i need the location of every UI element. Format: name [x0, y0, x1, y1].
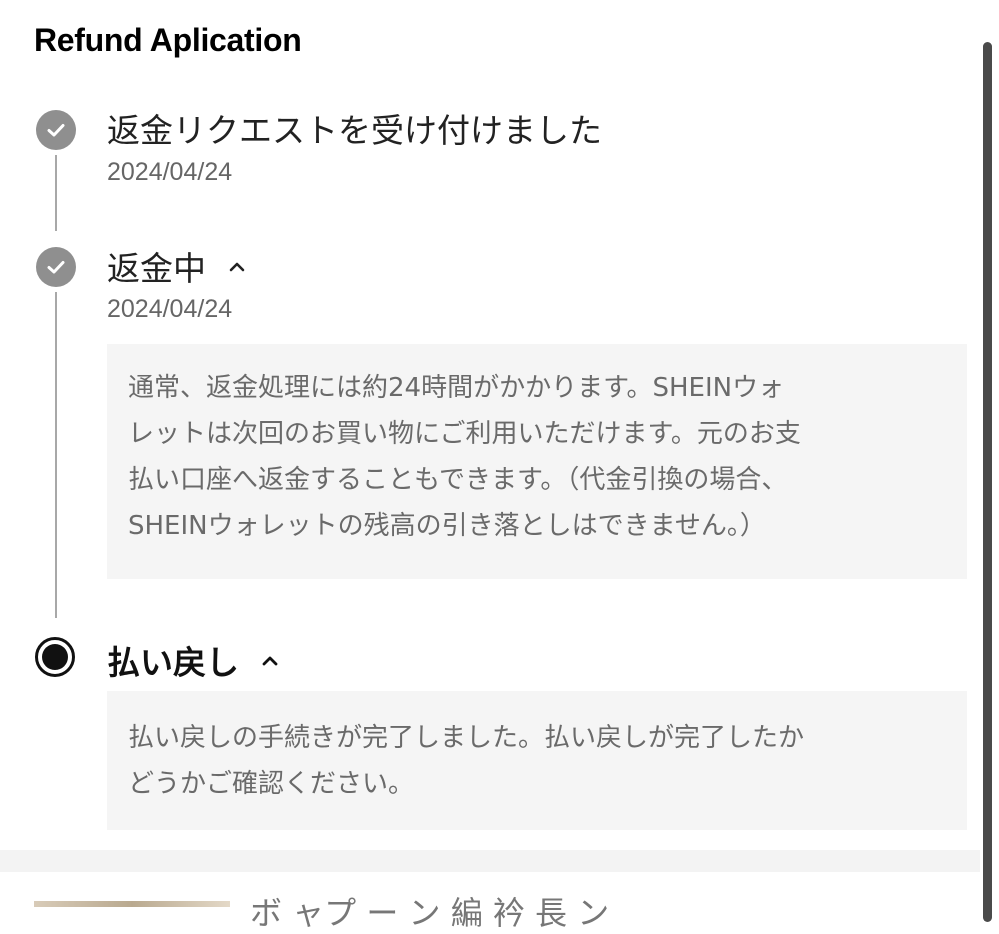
- timeline-connector: [55, 292, 57, 618]
- step-title-text: 払い戻し: [107, 643, 239, 682]
- step-title-text: 返金中: [107, 249, 206, 288]
- step-title-text: 返金リクエストを受け付けました: [107, 111, 602, 150]
- chevron-up-icon[interactable]: [261, 654, 279, 666]
- product-title[interactable]: ボ ャプ ー ン 編 衿 長 ン: [250, 888, 970, 934]
- timeline-connector: [55, 155, 57, 231]
- step-date: 2024/04/24: [107, 295, 233, 323]
- radio-filled-icon: [35, 637, 75, 677]
- step-title-request-received: 返金リクエストを受け付けました: [107, 104, 602, 152]
- repayment-info-note: 払い戻しの手続きが完了しました。払い戻しが完了したか どうかご確認ください。: [107, 691, 967, 830]
- step-header-repayment[interactable]: 払い戻し: [107, 636, 279, 684]
- refund-info-note: 通常、返金処理には約24時間がかかります。SHEINウォ レットは次回のお買い物…: [107, 344, 967, 579]
- check-circle-icon: [36, 110, 76, 150]
- note-line: どうかご確認ください。: [128, 769, 415, 799]
- note-line: SHEINウォレットの残高の引き落としはできません。）: [128, 511, 766, 541]
- note-line: 通常、返金処理には約24時間がかかります。SHEINウォ: [128, 373, 785, 403]
- check-circle-icon: [36, 247, 76, 287]
- step-header-refunding[interactable]: 返金中: [107, 242, 246, 290]
- section-divider: [0, 850, 980, 872]
- note-line: レットは次回のお買い物にご利用いただけます。元のお支: [128, 419, 801, 449]
- chevron-up-icon[interactable]: [228, 260, 246, 272]
- product-thumbnail[interactable]: [34, 901, 230, 907]
- page-title: Refund Aplication: [34, 22, 302, 58]
- step-date: 2024/04/24: [107, 158, 233, 186]
- note-line: 払い口座へ返金することもできます。（代金引換の場合、: [128, 465, 788, 495]
- scrollbar[interactable]: [983, 42, 992, 922]
- note-line: 払い戻しの手続きが完了しました。払い戻しが完了したか: [128, 723, 805, 753]
